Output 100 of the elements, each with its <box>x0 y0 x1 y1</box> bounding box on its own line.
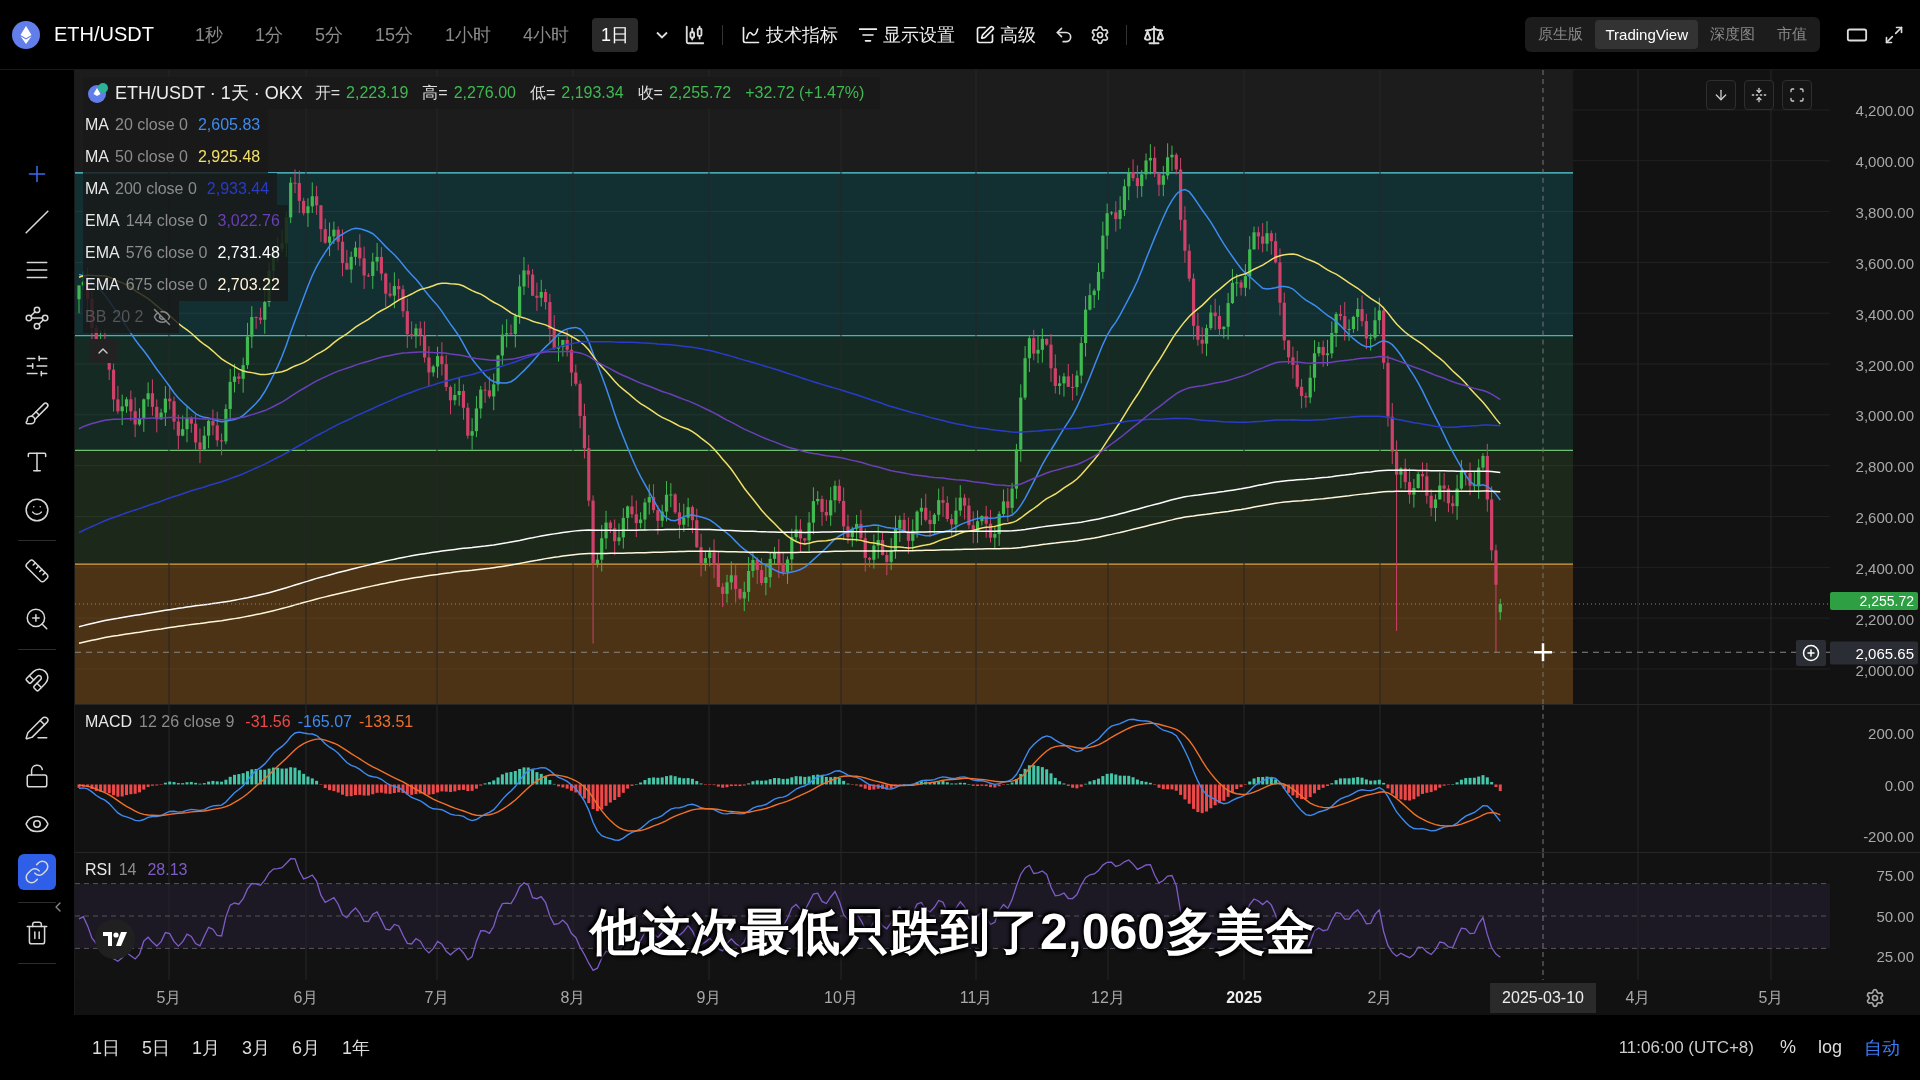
rsi-tick: 25.00 <box>1876 948 1914 964</box>
time-tick: 10月 <box>824 987 858 1007</box>
indicator-name: MACD <box>85 713 133 731</box>
toolbar-menu-button[interactable]: 技术指标 <box>735 18 845 51</box>
indicator-params: 144 close 0 <box>125 212 208 230</box>
ohlc-label: 收= <box>637 82 663 103</box>
indicator-params: 20 close 0 <box>115 116 188 134</box>
add-alert-button[interactable] <box>1796 640 1826 667</box>
interval-tab[interactable]: 15分 <box>366 17 423 52</box>
indicator-params: 576 close 0 <box>125 244 208 262</box>
indicator-params: 50 close 0 <box>115 148 188 166</box>
interval-tab[interactable]: 1小时 <box>436 17 501 52</box>
interval-tab[interactable]: 4小时 <box>514 17 579 52</box>
drawing-tool-button[interactable] <box>18 854 56 890</box>
magnet-icon <box>24 666 50 694</box>
plus-circle-icon <box>1802 644 1820 663</box>
indicator-value: -31.56 <box>245 713 291 731</box>
chart-title: ETH/USDT · 1天 · OKX <box>115 82 303 105</box>
crosshair-price-label: 2,065.65 <box>1830 641 1918 665</box>
view-tab[interactable]: 市值 <box>1767 20 1817 49</box>
rsi-tick: 50.00 <box>1876 908 1914 923</box>
range-button[interactable]: 6月 <box>292 1035 321 1060</box>
toolbar-menu-button[interactable]: 高级 <box>969 18 1043 51</box>
indicator-value: 3,022.76 <box>217 212 280 230</box>
crosshair-date-label: 2025-03-10 <box>1490 982 1596 1013</box>
pencil-icon <box>24 714 50 742</box>
indicator-name: BB <box>85 308 107 326</box>
indicator-value: 2,731.48 <box>217 244 280 262</box>
range-button[interactable]: 5日 <box>142 1035 171 1060</box>
indicator-name: RSI <box>85 861 112 879</box>
ohlc-label: 低= <box>529 82 556 103</box>
collapse-legend-button[interactable] <box>89 339 117 363</box>
range-button[interactable]: 1日 <box>92 1035 120 1060</box>
indicator-name: MA <box>85 180 109 198</box>
chart-line-icon <box>741 24 762 45</box>
range-button[interactable]: 1年 <box>342 1035 371 1060</box>
scale-option[interactable]: 自动 <box>1864 1035 1900 1060</box>
axis-settings-button[interactable] <box>1865 987 1885 1008</box>
price-tick: 3,400.00 <box>1855 306 1914 322</box>
price-tick: 2,000.00 <box>1855 662 1914 678</box>
interval-tab[interactable]: 1秒 <box>186 17 232 52</box>
macd-tick: 200.00 <box>1868 725 1914 741</box>
indicator-name: EMA <box>85 212 120 230</box>
scale-option[interactable]: log <box>1817 1037 1842 1058</box>
view-tab[interactable]: 原生版 <box>1528 20 1594 49</box>
settings-icon <box>1865 987 1885 1008</box>
indicator-params: 12 26 close 9 <box>139 713 235 731</box>
time-tick: 5月 <box>1758 987 1784 1007</box>
range-button[interactable]: 1月 <box>192 1035 221 1060</box>
ohlc-value: 2,276.00 <box>453 84 516 102</box>
ohlc-label: 高= <box>422 82 448 103</box>
indicator-params: 20 2 <box>112 308 144 326</box>
toolbar-menu-button[interactable]: 显示设置 <box>852 18 962 51</box>
interval-tab[interactable]: 5分 <box>306 17 353 52</box>
ohlc-value: 2,193.34 <box>561 84 624 102</box>
time-tick: 11月 <box>959 987 993 1007</box>
view-tab[interactable]: TradingView <box>1595 20 1698 49</box>
ohlc-value: 2,255.72 <box>668 84 732 102</box>
candlestick-icon <box>684 23 707 46</box>
ohlc-value: 2,223.19 <box>346 84 409 102</box>
indicator-value: -133.51 <box>358 713 414 731</box>
range-button[interactable]: 3月 <box>242 1035 271 1060</box>
view-tab[interactable]: 深度图 <box>1700 20 1765 49</box>
time-tick: 8月 <box>560 987 586 1007</box>
macd-tick: 0.00 <box>1884 777 1914 792</box>
price-tick: 4,200.00 <box>1855 102 1914 118</box>
scale-option[interactable]: % <box>1779 1037 1796 1058</box>
interval-tab[interactable]: 1分 <box>246 17 293 52</box>
indicator-value: 28.13 <box>147 861 188 879</box>
fullscreen-button[interactable] <box>1782 80 1812 110</box>
price-tick: 3,800.00 <box>1855 204 1914 220</box>
price-tick: 2,200.00 <box>1855 611 1914 627</box>
price-change: +32.72 (+1.47%) <box>745 84 865 102</box>
pen-square-icon <box>975 24 996 45</box>
ruler-icon <box>24 557 50 585</box>
indicator-value: 2,925.48 <box>197 148 261 166</box>
frame-icon <box>1789 87 1805 103</box>
collapse-pane-button[interactable] <box>1744 80 1774 110</box>
scroll-down-button[interactable] <box>1706 80 1736 110</box>
indicator-name: EMA <box>85 276 120 294</box>
time-tick: 5月 <box>156 987 182 1007</box>
unlock-icon <box>24 762 50 790</box>
eye-off-icon[interactable] <box>153 308 172 326</box>
indicator-value: 2,703.22 <box>217 276 280 294</box>
slash-icon <box>24 208 50 236</box>
indicator-value: 2,933.44 <box>206 180 270 198</box>
price-tick: 3,600.00 <box>1855 255 1914 271</box>
interval-tab[interactable]: 1日 <box>592 17 639 52</box>
diamond-logo-icon <box>12 20 40 49</box>
price-tick: 3,200.00 <box>1855 357 1914 372</box>
time-tick: 4月 <box>1625 987 1651 1007</box>
price-tick: 4,000.00 <box>1855 153 1914 169</box>
settings-icon <box>1090 24 1111 45</box>
price-tick: 2,400.00 <box>1855 560 1914 576</box>
trash-icon <box>24 919 50 947</box>
ohlc-label: 开= <box>314 82 341 103</box>
time-tick: 9月 <box>696 987 722 1007</box>
coin-logo-icon <box>87 82 109 104</box>
indicator-params: 675 close 0 <box>125 276 208 294</box>
time-tick: 7月 <box>424 987 450 1007</box>
